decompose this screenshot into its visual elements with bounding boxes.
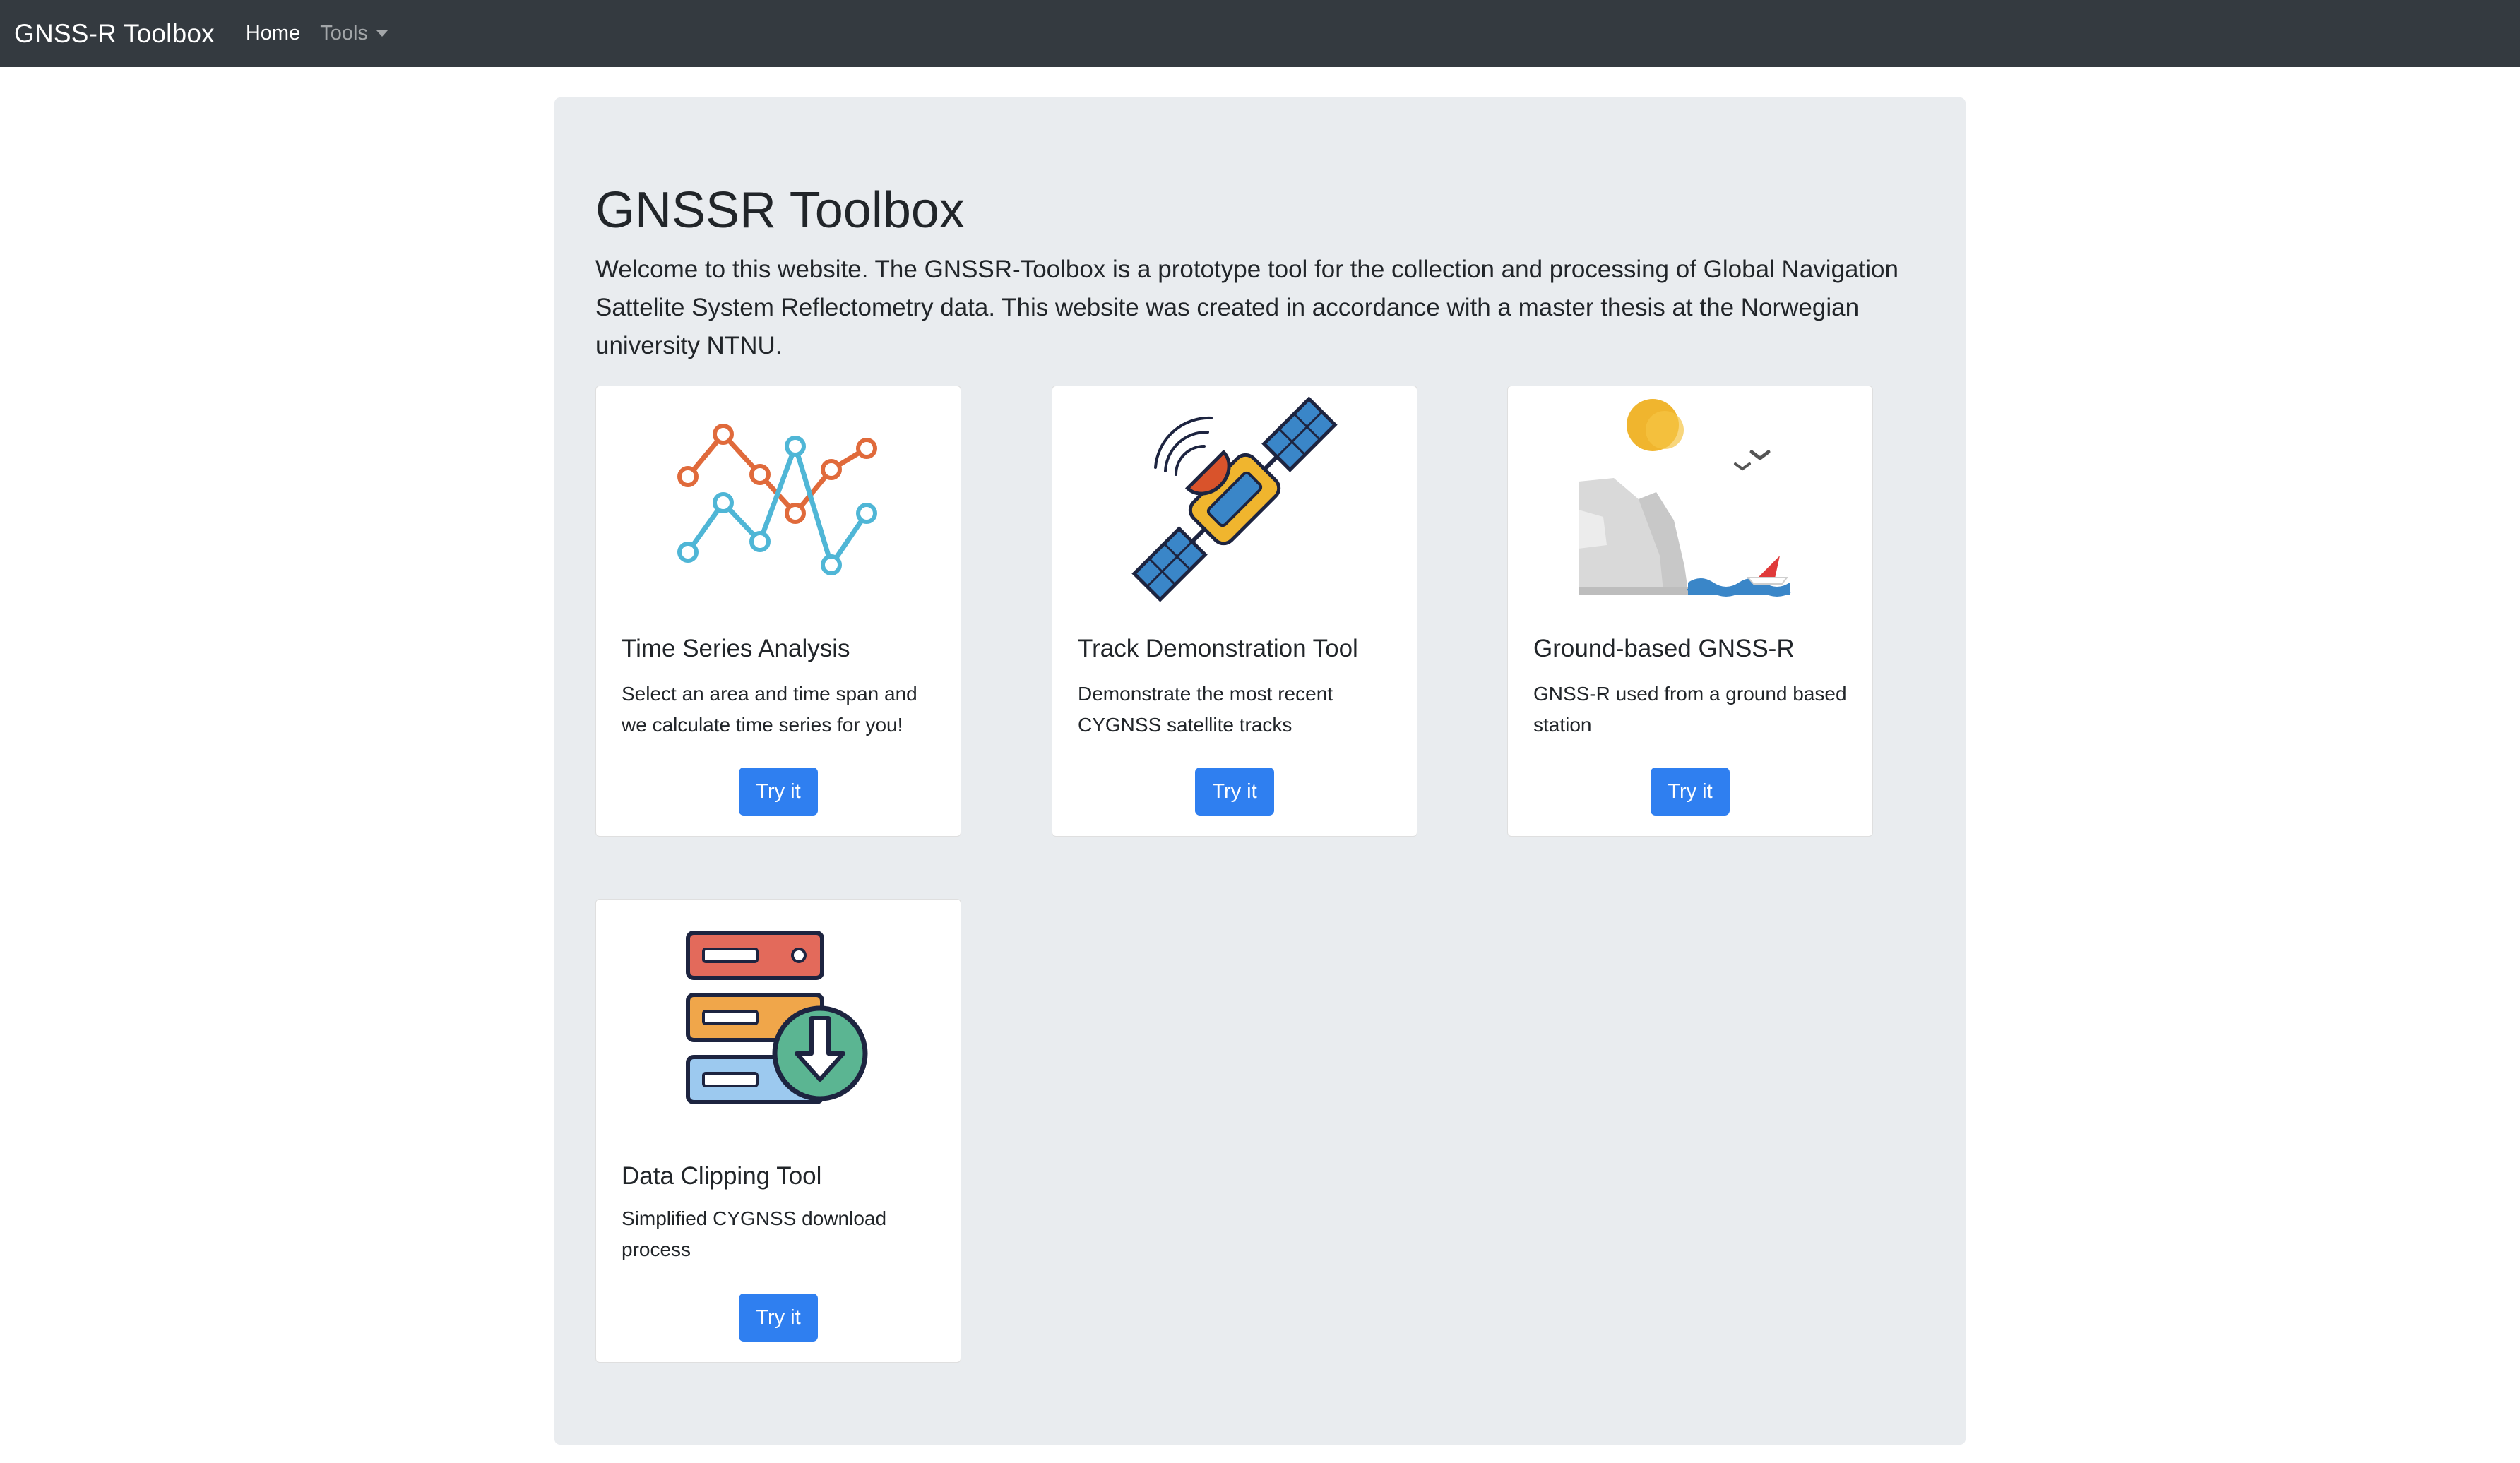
try-it-button[interactable]: Try it [1651,768,1730,816]
card-time-series: Time Series Analysis Select an area and … [595,386,961,837]
intro-text: Welcome to this website. The GNSSR-Toolb… [595,256,1898,359]
card-title: Time Series Analysis [622,635,850,662]
card-track-demo: Track Demonstration Tool Demonstrate the… [1052,386,1418,837]
card-data-clipping: Data Clipping Tool Simplified CYGNSS dow… [595,899,961,1363]
card-title: Ground-based GNSS-R [1533,635,1795,662]
card-text: Simplified CYGNSS download process [622,1207,887,1260]
card-title: Track Demonstration Tool [1078,635,1358,662]
card-text: Select an area and time span and we calc… [622,683,917,736]
line-chart-icon [677,424,877,575]
coastal-landscape-icon [1579,399,1791,597]
card-ground-based: Ground-based GNSS-R GNSS-R used from a g… [1507,386,1873,837]
satellite-icon [1131,396,1338,602]
try-it-button[interactable]: Try it [739,768,818,816]
page-title: GNSSR Toolbox [595,182,965,239]
nav-home-link[interactable]: Home [246,22,300,45]
server-download-icon [686,931,868,1104]
navbar: GNSS-R Toolbox Home Tools [0,0,2520,67]
chevron-down-icon [376,30,388,37]
nav-tools-label: Tools [320,22,368,44]
navbar-brand[interactable]: GNSS-R Toolbox [14,19,215,49]
try-it-button[interactable]: Try it [1195,768,1274,816]
card-text: GNSS-R used from a ground based station [1533,683,1847,736]
try-it-button[interactable]: Try it [739,1294,818,1342]
card-text: Demonstrate the most recent CYGNSS satel… [1078,683,1333,736]
nav-tools-dropdown[interactable]: Tools [320,22,388,45]
card-title: Data Clipping Tool [622,1162,822,1190]
